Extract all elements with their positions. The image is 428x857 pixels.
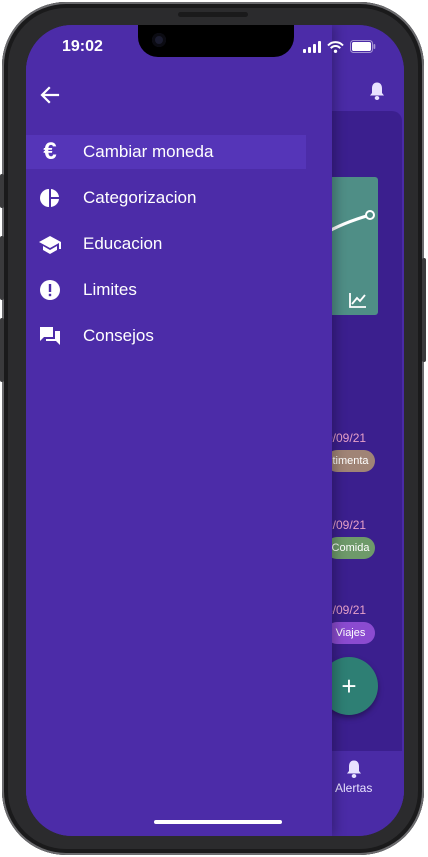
back-arrow-icon[interactable] bbox=[38, 83, 62, 107]
category-chip[interactable]: timenta bbox=[326, 450, 375, 472]
speaker-grille bbox=[178, 12, 248, 17]
status-icons bbox=[303, 40, 376, 53]
drawer-item-label: Cambiar moneda bbox=[83, 142, 214, 161]
nav-alerts-label: Alertas bbox=[335, 781, 373, 795]
volume-up-button bbox=[0, 236, 4, 300]
front-camera bbox=[152, 33, 166, 47]
drawer-item-educacion[interactable]: Educacion bbox=[26, 227, 306, 261]
transaction-date: 5/09/21 bbox=[326, 603, 367, 617]
phone-frame: 0/09/21 timenta 9/09/21 Comida 5/09/21 V… bbox=[0, 2, 426, 855]
trending-chart-icon bbox=[349, 293, 366, 308]
pie-chart-icon bbox=[38, 186, 62, 210]
wifi-icon bbox=[327, 40, 344, 53]
power-button bbox=[422, 258, 426, 362]
school-icon bbox=[38, 232, 62, 256]
transaction-date: 0/09/21 bbox=[326, 431, 367, 445]
drawer-item-cambiar-moneda[interactable]: € Cambiar moneda bbox=[26, 135, 306, 169]
alert-circle-icon bbox=[38, 278, 62, 302]
drawer-item-categorizacion[interactable]: Categorizacion bbox=[26, 181, 306, 215]
drawer-item-label: Educacion bbox=[83, 234, 163, 253]
drawer-item-limites[interactable]: Limites bbox=[26, 273, 306, 307]
category-chip[interactable]: Viajes bbox=[326, 622, 375, 644]
bottom-nav: Alertas bbox=[322, 751, 404, 811]
battery-icon bbox=[350, 40, 376, 53]
forum-icon bbox=[38, 324, 62, 348]
drawer-item-consejos[interactable]: Consejos bbox=[26, 319, 306, 353]
drawer-item-label: Consejos bbox=[83, 326, 154, 345]
volume-down-button bbox=[0, 318, 4, 382]
category-chip[interactable]: Comida bbox=[326, 537, 375, 559]
signal-icon bbox=[303, 40, 321, 53]
bell-icon bbox=[347, 760, 361, 778]
home-indicator[interactable] bbox=[154, 820, 282, 824]
transaction-date: 9/09/21 bbox=[326, 518, 367, 532]
drawer-item-label: Limites bbox=[83, 280, 137, 299]
screen: 0/09/21 timenta 9/09/21 Comida 5/09/21 V… bbox=[26, 25, 404, 836]
status-time: 19:02 bbox=[62, 38, 103, 55]
mute-switch bbox=[0, 174, 4, 208]
euro-icon: € bbox=[43, 138, 57, 165]
nav-alerts[interactable]: Alertas bbox=[322, 751, 404, 811]
drawer-item-label: Categorizacion bbox=[83, 188, 197, 207]
navigation-drawer: € Cambiar moneda Categorizacion Educacio… bbox=[26, 25, 332, 836]
notifications-icon[interactable] bbox=[368, 81, 386, 101]
